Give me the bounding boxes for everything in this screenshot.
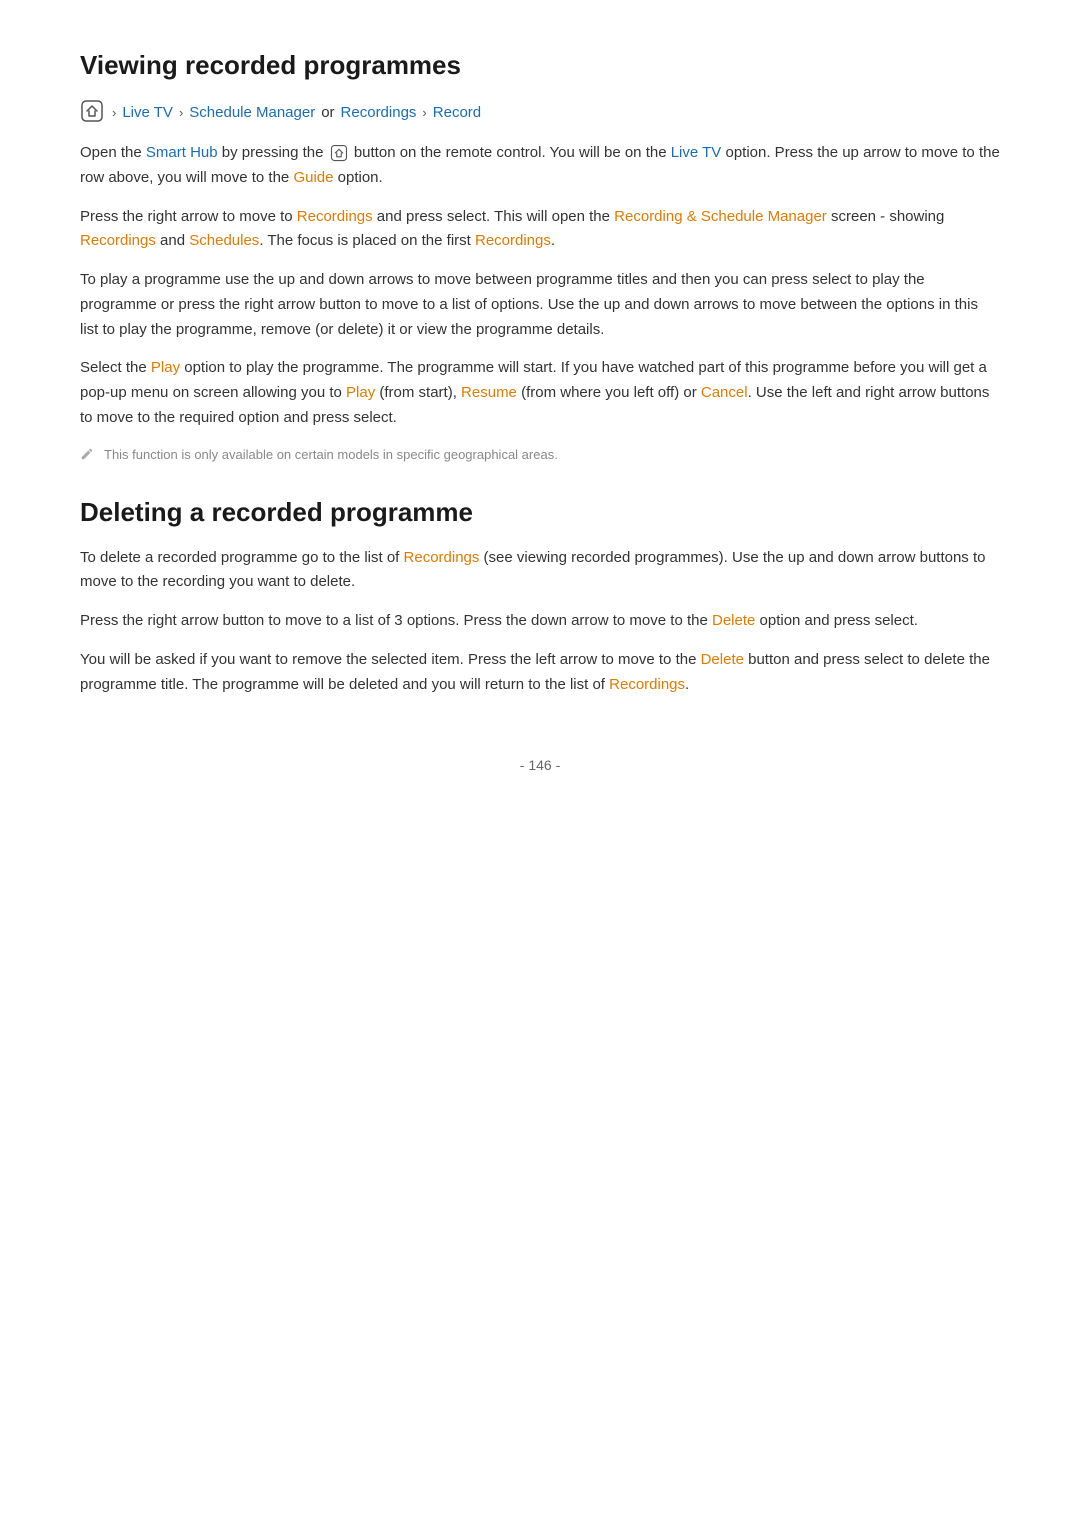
- section2-paragraph3: You will be asked if you want to remove …: [80, 648, 1000, 698]
- p2-recording-schedule-manager-link[interactable]: Recording & Schedule Manager: [614, 208, 827, 225]
- p2-recordings3-link[interactable]: Recordings: [475, 232, 551, 249]
- p4-text3: (from start),: [375, 384, 461, 401]
- s2p3-text3: .: [685, 676, 689, 693]
- s2p1-text1: To delete a recorded programme go to the…: [80, 549, 404, 566]
- p2-recordings2-link[interactable]: Recordings: [80, 232, 156, 249]
- section1-paragraph2: Press the right arrow to move to Recordi…: [80, 205, 1000, 255]
- note-row: This function is only available on certa…: [80, 445, 1000, 465]
- p1-text3: button on the remote control. You will b…: [354, 144, 671, 161]
- section1-paragraph1: Open the Smart Hub by pressing the butto…: [80, 141, 1000, 191]
- p2-text3: screen - showing: [827, 208, 945, 225]
- s2p3-delete-link[interactable]: Delete: [701, 651, 744, 668]
- section2-paragraph2: Press the right arrow button to move to …: [80, 609, 1000, 634]
- section1-title: Viewing recorded programmes: [80, 50, 1000, 81]
- breadcrumb-schedule-manager[interactable]: Schedule Manager: [189, 104, 315, 121]
- note-text: This function is only available on certa…: [104, 445, 558, 465]
- breadcrumb: › Live TV › Schedule Manager or Recordin…: [80, 99, 1000, 125]
- p1-guide-link[interactable]: Guide: [293, 169, 333, 186]
- pencil-icon: [80, 447, 94, 465]
- p4-text4: (from where you left off) or: [517, 384, 701, 401]
- p4-play1-link[interactable]: Play: [151, 359, 180, 376]
- p1-text5: option.: [333, 169, 382, 186]
- p1-text2: by pressing the: [218, 144, 328, 161]
- p1-smart-hub-link[interactable]: Smart Hub: [146, 144, 218, 161]
- p2-text1: Press the right arrow to move to: [80, 208, 297, 225]
- p4-text1: Select the: [80, 359, 151, 376]
- breadcrumb-live-tv[interactable]: Live TV: [122, 104, 173, 121]
- chevron-icon-2: ›: [179, 105, 183, 120]
- breadcrumb-or: or: [321, 104, 334, 121]
- s2p2-delete-link[interactable]: Delete: [712, 612, 755, 629]
- p4-play2-link[interactable]: Play: [346, 384, 375, 401]
- smarthub-inline-icon: [328, 144, 354, 161]
- s2p2-text2: option and press select.: [755, 612, 918, 629]
- breadcrumb-record[interactable]: Record: [433, 104, 481, 121]
- s2p3-recordings-link[interactable]: Recordings: [609, 676, 685, 693]
- section1-paragraph4: Select the Play option to play the progr…: [80, 356, 1000, 430]
- breadcrumb-recordings[interactable]: Recordings: [341, 104, 417, 121]
- p4-cancel-link[interactable]: Cancel: [701, 384, 748, 401]
- p1-text1: Open the: [80, 144, 146, 161]
- p2-text4: and: [156, 232, 189, 249]
- chevron-icon-1: ›: [112, 105, 116, 120]
- s2p3-text1: You will be asked if you want to remove …: [80, 651, 701, 668]
- page-number: - 146 -: [520, 757, 560, 773]
- s2p2-text1: Press the right arrow button to move to …: [80, 612, 712, 629]
- section2-paragraph1: To delete a recorded programme go to the…: [80, 546, 1000, 596]
- p4-resume-link[interactable]: Resume: [461, 384, 517, 401]
- p2-text5: . The focus is placed on the first: [259, 232, 475, 249]
- p1-live-tv-link[interactable]: Live TV: [671, 144, 722, 161]
- page-footer: - 146 -: [80, 757, 1000, 773]
- s2p1-recordings-link[interactable]: Recordings: [404, 549, 480, 566]
- p2-text6: .: [551, 232, 555, 249]
- home-icon: [80, 99, 106, 125]
- section2-title: Deleting a recorded programme: [80, 497, 1000, 528]
- p2-recordings1-link[interactable]: Recordings: [297, 208, 373, 225]
- chevron-icon-3: ›: [422, 105, 426, 120]
- section1-paragraph3: To play a programme use the up and down …: [80, 268, 1000, 342]
- p2-text2: and press select. This will open the: [373, 208, 615, 225]
- p2-schedules-link[interactable]: Schedules: [189, 232, 259, 249]
